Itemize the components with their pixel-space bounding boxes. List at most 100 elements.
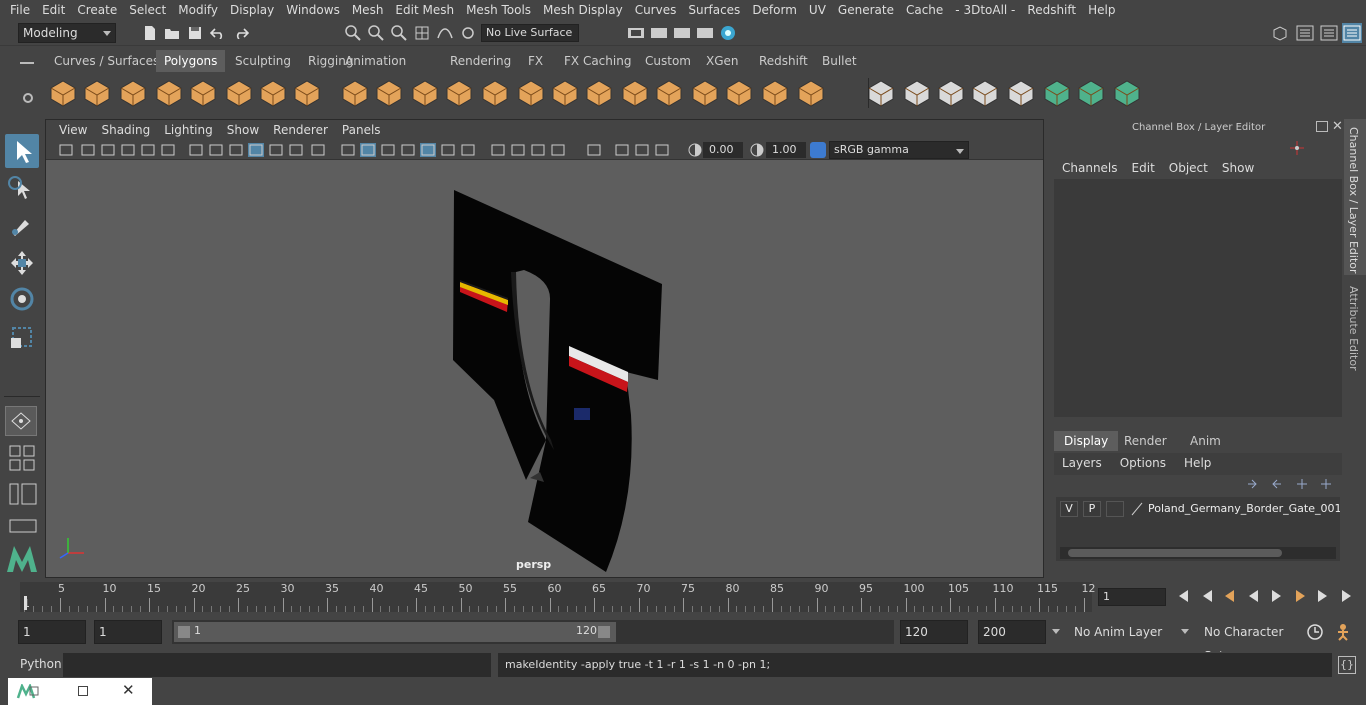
single-perspective-layout-icon[interactable]	[5, 406, 37, 436]
channel-box-side-tab[interactable]: Channel Box / Layer Editor	[1344, 119, 1366, 275]
viewport-menu-show[interactable]: Show	[220, 123, 266, 137]
exposure-field[interactable]: 0.00	[703, 142, 743, 158]
viewport-menu-shading[interactable]: Shading	[94, 123, 157, 137]
chevron-down-icon[interactable]	[1052, 629, 1060, 634]
snap-grid-icon[interactable]	[412, 23, 432, 43]
four-view-layout-icon[interactable]	[8, 444, 38, 474]
character-set-dropdown[interactable]: No Character Set	[1196, 620, 1300, 663]
close-panel-icon[interactable]: ✕	[1332, 119, 1343, 134]
menu-item-select[interactable]: Select	[123, 0, 172, 20]
shelf-tab-animation[interactable]: Animation	[337, 50, 414, 72]
viewport-toolbar-icon-13[interactable]	[340, 143, 356, 157]
poly-pyramid-icon[interactable]	[258, 78, 288, 108]
append-polygon-icon[interactable]	[550, 78, 580, 108]
shelf-tab-bullet[interactable]: Bullet	[814, 50, 865, 72]
menu-item-deform[interactable]: Deform	[746, 0, 803, 20]
color-management-icon[interactable]	[810, 142, 826, 158]
script-language-label[interactable]: Python	[20, 657, 62, 671]
multi-cut-icon[interactable]	[584, 78, 614, 108]
scale-tool-icon[interactable]	[5, 320, 39, 354]
current-frame-field[interactable]: 1	[1098, 588, 1166, 606]
layer-display-type-toggle[interactable]	[1106, 501, 1124, 517]
viewport-toolbar-icon-11[interactable]	[288, 143, 304, 157]
snap-point-icon[interactable]	[458, 23, 478, 43]
render-frame-icon[interactable]	[626, 23, 646, 43]
outliner-layout-icon[interactable]	[8, 482, 38, 506]
auto-key-icon[interactable]	[1306, 623, 1324, 641]
snap-curve-icon[interactable]	[435, 23, 455, 43]
float-panel-icon[interactable]	[1316, 121, 1328, 132]
viewport-menu-lighting[interactable]: Lighting	[157, 123, 220, 137]
poly-cone-icon[interactable]	[154, 78, 184, 108]
shelf-settings-icon[interactable]	[22, 92, 34, 104]
render-sequence-icon[interactable]	[649, 23, 669, 43]
open-scene-icon[interactable]	[162, 23, 182, 43]
channel-box-menu-show[interactable]: Show	[1222, 161, 1254, 175]
play-forward-icon[interactable]	[1268, 588, 1284, 604]
viewport-toolbar-icon-15[interactable]	[380, 143, 396, 157]
hypershade-icon[interactable]	[718, 23, 738, 43]
layer-tab-anim[interactable]: Anim	[1180, 431, 1231, 451]
offset-edge-loop-icon[interactable]	[724, 78, 754, 108]
layer-menu-layers[interactable]: Layers	[1062, 456, 1102, 470]
new-scene-icon[interactable]	[140, 23, 160, 43]
time-ruler[interactable]: 5 10 15 20 25 30 35 40 45 50 55 60 65 70 75 80 85 90 95 100…	[20, 582, 1096, 612]
layer-list-scrollbar[interactable]	[1060, 547, 1336, 559]
viewport-toolbar-icon-18[interactable]	[440, 143, 456, 157]
poly-pipe-icon[interactable]	[292, 78, 322, 108]
viewport-toolbar-icon-12[interactable]	[310, 143, 326, 157]
gamma-field[interactable]: 1.00	[766, 142, 806, 158]
script-editor-icon[interactable]: {}	[1338, 656, 1356, 674]
menu-item-mesh[interactable]: Mesh	[346, 0, 390, 20]
layer-tab-display[interactable]: Display	[1054, 431, 1119, 451]
viewport-toolbar-icon-17[interactable]	[420, 143, 436, 157]
menu-item-file[interactable]: File	[4, 0, 36, 20]
channel-box-menu-edit[interactable]: Edit	[1132, 161, 1155, 175]
viewport-toolbar-icon-8[interactable]	[228, 143, 244, 157]
layer-name[interactable]: Poland_Germany_Border_Gate_001_la	[1148, 501, 1340, 517]
viewport-menu-renderer[interactable]: Renderer	[266, 123, 335, 137]
shelf-tab-sculpting[interactable]: Sculpting	[227, 50, 299, 72]
shelf-menu-icon[interactable]	[20, 62, 34, 64]
poly-sphere-icon[interactable]	[48, 78, 78, 108]
viewport-toolbar-icon-20[interactable]	[490, 143, 506, 157]
animation-preferences-icon[interactable]	[1334, 623, 1354, 641]
go-to-end-icon[interactable]	[1338, 588, 1354, 604]
viewport-toolbar-icon-26[interactable]	[634, 143, 650, 157]
graph-layout-icon[interactable]	[8, 518, 38, 534]
viewport-toolbar-icon-19[interactable]	[460, 143, 476, 157]
layer-playback-toggle[interactable]: P	[1083, 501, 1101, 517]
poly-cylinder-icon[interactable]	[118, 78, 148, 108]
viewport-menu-panels[interactable]: Panels	[335, 123, 388, 137]
poly-torus-icon[interactable]	[224, 78, 254, 108]
lasso-tool-icon[interactable]	[5, 172, 39, 206]
play-backward-icon[interactable]	[1246, 588, 1262, 604]
channel-box-list[interactable]	[1054, 179, 1342, 417]
shelf-tab-fx-caching[interactable]: FX Caching	[556, 50, 639, 72]
viewport-toolbar-icon-24[interactable]	[586, 143, 602, 157]
viewport-toolbar-icon-9[interactable]	[248, 143, 264, 157]
select-tool-icon[interactable]	[5, 134, 39, 168]
viewport-toolbar-icon-22[interactable]	[530, 143, 546, 157]
start-time-field[interactable]: 1	[18, 620, 86, 644]
extrude-icon[interactable]	[480, 78, 510, 108]
shelf-tab-rendering[interactable]: Rendering	[442, 50, 519, 72]
uv-editor-icon[interactable]	[936, 78, 966, 108]
shelf-tab-custom[interactable]: Custom	[637, 50, 699, 72]
select-by-component-icon[interactable]	[389, 23, 409, 43]
shelf-tab-xgen[interactable]: XGen	[698, 50, 747, 72]
range-end-field[interactable]: 120	[900, 620, 968, 644]
menu-item-surfaces[interactable]: Surfaces	[682, 0, 746, 20]
separate-icon[interactable]	[374, 78, 404, 108]
maximize-icon[interactable]	[78, 686, 88, 696]
menu-item-mesh-tools[interactable]: Mesh Tools	[460, 0, 537, 20]
scrollbar-thumb[interactable]	[1068, 549, 1282, 557]
bool-intersect-icon[interactable]	[1076, 78, 1106, 108]
menu-item-3dtoall[interactable]: - 3DtoAll -	[949, 0, 1021, 20]
retopo-icon[interactable]	[1112, 78, 1142, 108]
viewport-toolbar-icon-6[interactable]	[188, 143, 204, 157]
layer-visibility-toggle[interactable]: V	[1060, 501, 1078, 517]
layer-row[interactable]: V P Poland_Germany_Border_Gate_001_la	[1060, 501, 1340, 517]
toggle-attribute-editor-icon[interactable]	[1295, 23, 1315, 43]
connect-icon[interactable]	[760, 78, 790, 108]
